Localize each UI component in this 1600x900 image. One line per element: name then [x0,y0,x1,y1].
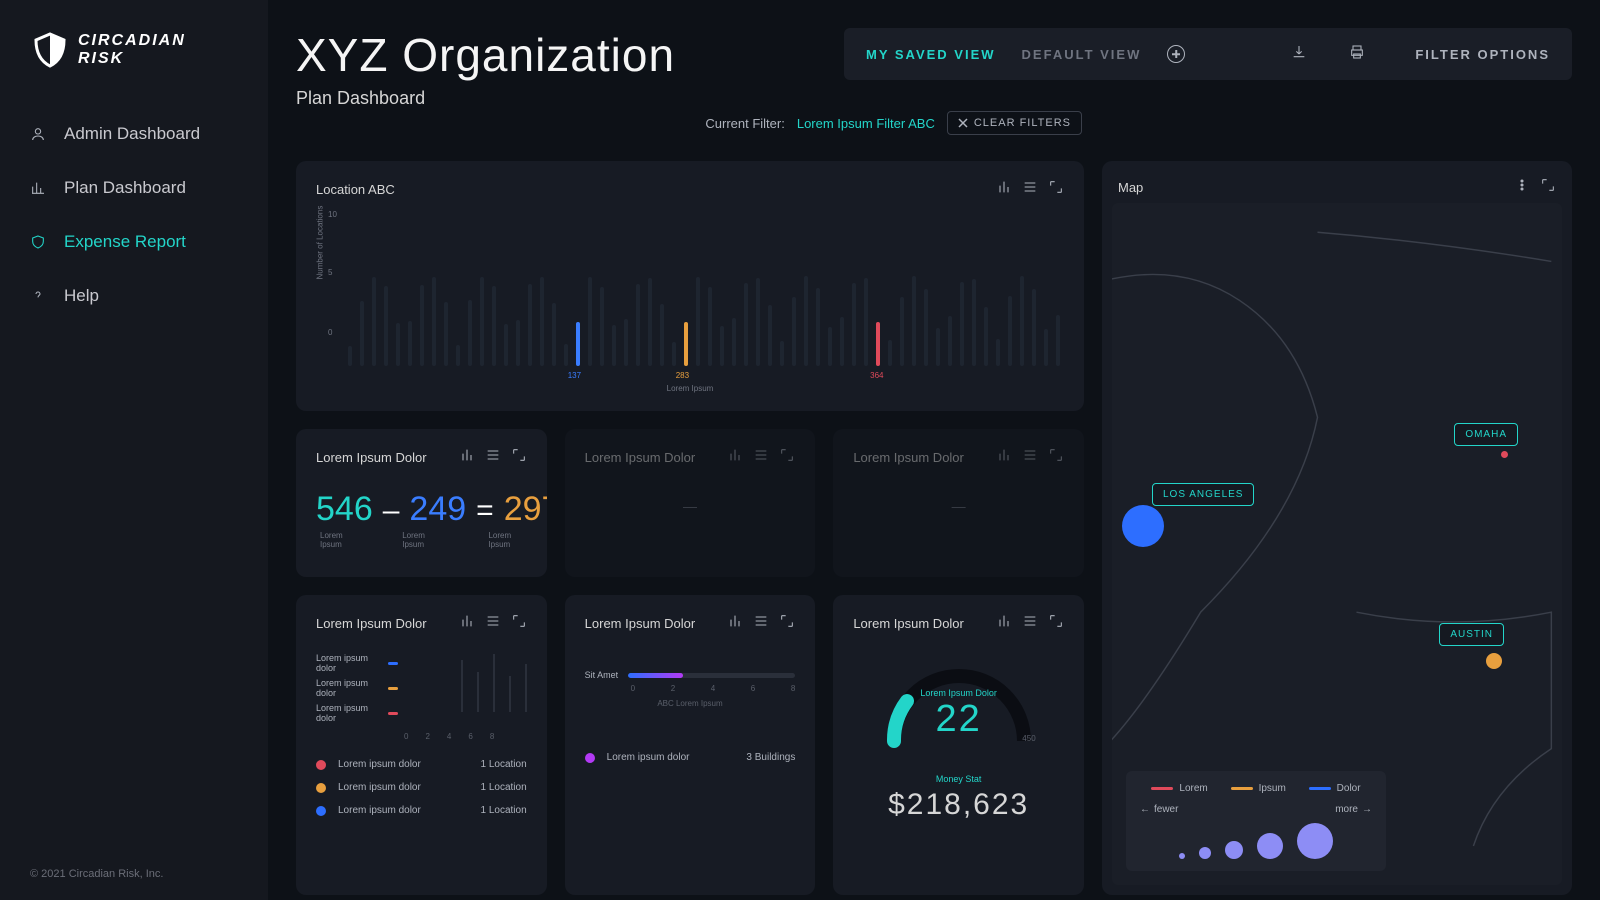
expand-icon[interactable] [511,613,527,634]
location-tag-omaha[interactable]: OMAHA [1454,423,1518,446]
current-filter-label: Current Filter: [705,116,784,131]
location-tag-austin[interactable]: AUSTIN [1439,623,1504,646]
list-item: Lorem ipsum dolor1 Location [316,805,527,816]
chart-view-icon[interactable] [459,447,475,468]
list-view-icon[interactable] [753,613,769,634]
content-grid: Location ABC Number of Locations 10 5 0 … [296,161,1572,895]
org-title: XYZ Organization [296,28,675,82]
print-icon[interactable] [1349,44,1365,65]
progress-card: Lorem Ipsum Dolor Sit Amet 02468 ABC Lor… [565,595,816,895]
list-view-icon[interactable] [1022,179,1038,200]
expand-icon[interactable] [1540,177,1556,198]
nav-help[interactable]: Help [0,272,268,320]
expand-icon[interactable] [511,447,527,468]
question-icon [30,288,46,304]
chart-bar-icon [30,180,46,196]
chart-view-icon[interactable] [996,613,1012,634]
chart-view-icon[interactable] [459,613,475,634]
nav-expense-report[interactable]: Expense Report [0,218,268,266]
tab-my-saved-view[interactable]: MY SAVED VIEW [866,47,996,62]
expand-icon[interactable] [1048,179,1064,200]
current-filter-name[interactable]: Lorem Ipsum Filter ABC [797,116,935,131]
expand-icon[interactable] [779,613,795,634]
list-view-icon[interactable] [485,447,501,468]
chart-view-icon[interactable] [727,613,743,634]
more-icon[interactable] [1514,177,1530,198]
gauge: Lorem Ipsum Dolor 22 450 [874,646,1044,746]
topbar: XYZ Organization Plan Dashboard MY SAVED… [296,28,1572,109]
chart-view-icon[interactable] [727,447,743,468]
list-view-icon[interactable] [1022,447,1038,468]
clear-filters-button[interactable]: CLEAR FILTERS [947,111,1082,135]
list-item: Lorem ipsum dolor1 Location [316,782,527,793]
main: XYZ Organization Plan Dashboard MY SAVED… [268,0,1600,900]
filter-options-button[interactable]: FILTER OPTIONS [1415,47,1550,62]
card-title: Location ABC [316,182,395,197]
list-view-icon[interactable] [1022,613,1038,634]
card-title: Map [1118,180,1143,195]
expand-icon[interactable] [779,447,795,468]
copyright: © 2021 Circadian Risk, Inc. [0,868,268,900]
map-legend: Lorem Ipsum Dolor ← fewer more → [1126,771,1386,871]
empty-card-1: Lorem Ipsum Dolor — [565,429,816,577]
view-bar: MY SAVED VIEW DEFAULT VIEW FILTER OPTION… [844,28,1572,80]
location-tag-la[interactable]: LOS ANGELES [1152,483,1254,506]
page-subtitle: Plan Dashboard [296,88,675,109]
chart-view-icon[interactable] [996,447,1012,468]
chart-view-icon[interactable] [996,179,1012,200]
close-icon [958,118,968,128]
location-chart-card: Location ABC Number of Locations 10 5 0 … [296,161,1084,411]
nav-admin-dashboard[interactable]: Admin Dashboard [0,110,268,158]
nav: Admin Dashboard Plan Dashboard Expense R… [0,110,268,320]
map-dot-omaha[interactable] [1501,451,1508,458]
list-item: Lorem ipsum dolor1 Location [316,759,527,770]
add-view-button[interactable] [1167,45,1185,63]
list-item: Lorem ipsum dolor 3 Buildings [585,752,796,763]
logo-text: CIRCADIAN RISK [78,32,238,68]
map-card: Map OMAHA LOS ANGELES AUSTIN [1102,161,1572,895]
minibars-card: Lorem Ipsum Dolor Lorem ipsum dolor Lore… [296,595,547,895]
empty-card-2: Lorem Ipsum Dolor — [833,429,1084,577]
map-area[interactable]: OMAHA LOS ANGELES AUSTIN Lorem Ipsum Dol… [1112,203,1562,885]
user-icon [30,126,46,142]
sidebar: CIRCADIAN RISK Admin Dashboard Plan Dash… [0,0,268,900]
gauge-card: Lorem Ipsum Dolor Lorem Ipsum Dolor 22 4… [833,595,1084,895]
download-icon[interactable] [1291,44,1307,65]
shield-outline-icon [30,234,46,250]
filter-row: Current Filter: Lorem Ipsum Filter ABC C… [296,111,1572,135]
expand-icon[interactable] [1048,613,1064,634]
nav-plan-dashboard[interactable]: Plan Dashboard [0,164,268,212]
tab-default-view[interactable]: DEFAULT VIEW [1022,47,1142,62]
list-view-icon[interactable] [485,613,501,634]
shield-icon [30,30,70,70]
logo: CIRCADIAN RISK [0,30,268,110]
list-view-icon[interactable] [753,447,769,468]
map-dot-la[interactable] [1122,505,1164,547]
expand-icon[interactable] [1048,447,1064,468]
location-bar-chart: Number of Locations 10 5 0 137 283 364 [344,210,1064,380]
math-card: Lorem Ipsum Dolor 546 – 249 = 297 Lorem … [296,429,547,577]
map-dot-austin[interactable] [1486,653,1502,669]
